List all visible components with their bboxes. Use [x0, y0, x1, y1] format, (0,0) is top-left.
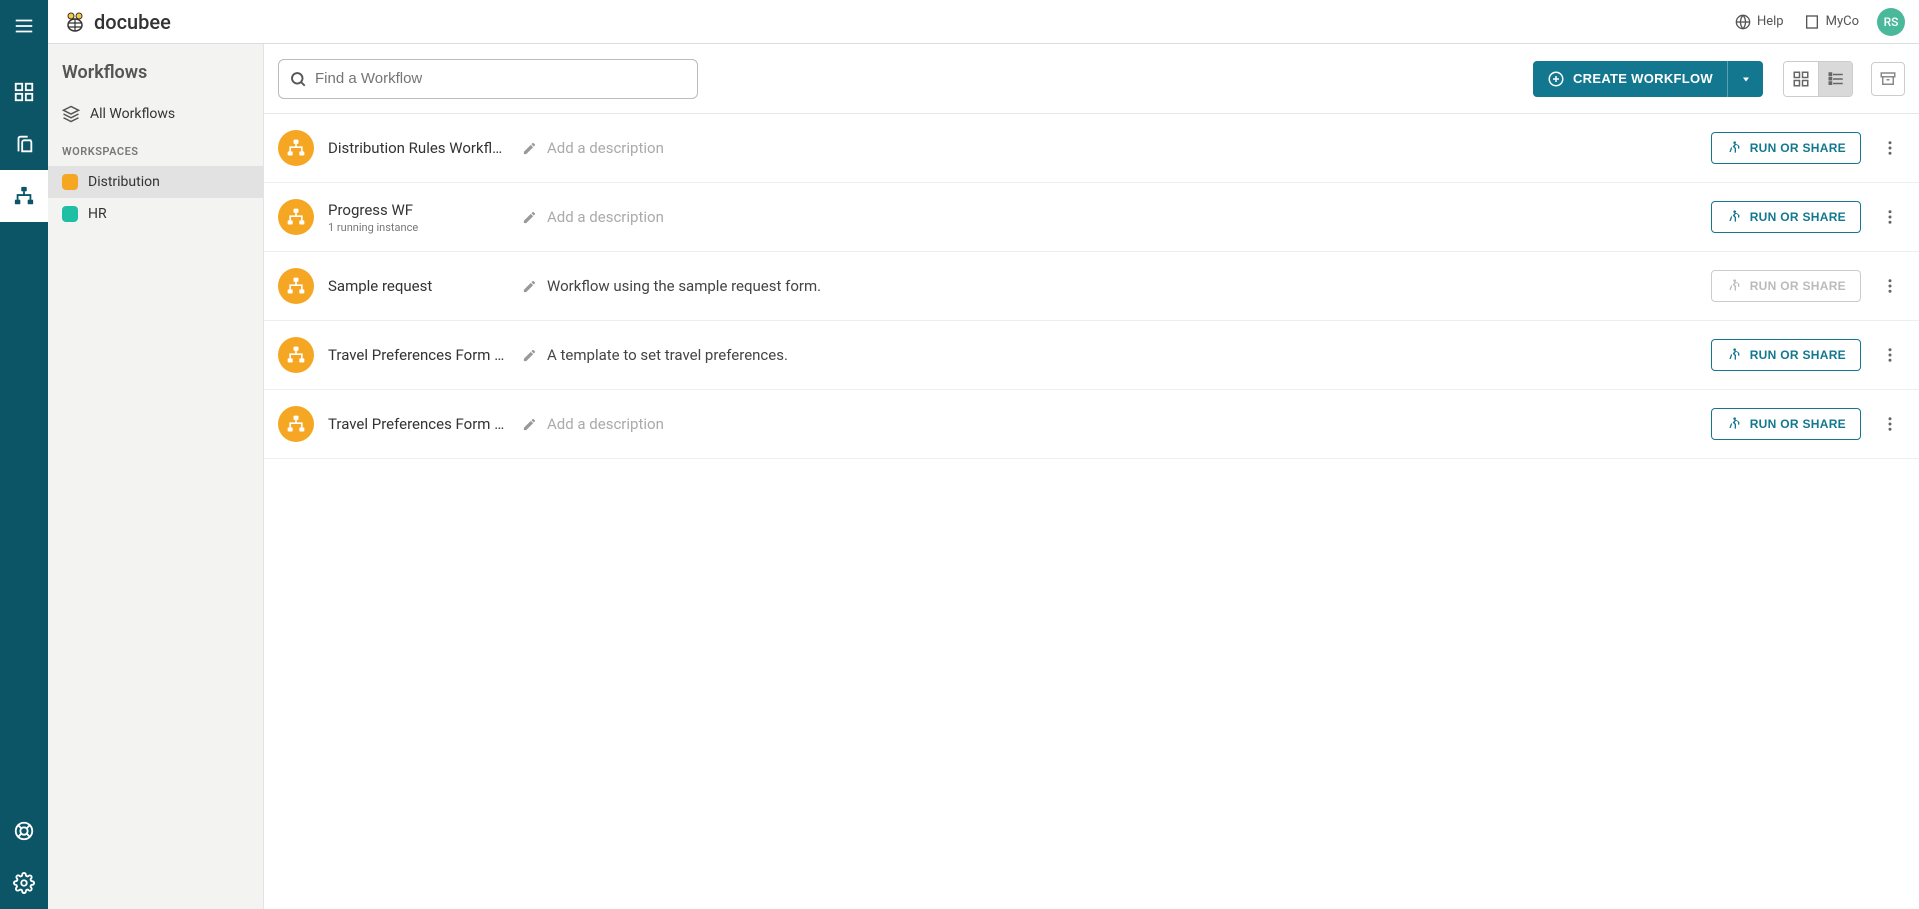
sidebar: Workflows All Workflows WORKSPACES Distr… — [48, 44, 264, 909]
nav-rail — [0, 0, 48, 909]
workflow-description: Workflow using the sample request form. — [547, 277, 821, 295]
workflow-type-icon — [278, 268, 314, 304]
view-toggle — [1783, 61, 1853, 97]
workflow-row[interactable]: Travel Preferences Form v... A template … — [264, 321, 1919, 390]
workflow-description: Add a description — [547, 208, 664, 226]
documents-icon — [13, 133, 35, 155]
nav-support[interactable] — [0, 805, 48, 857]
workflow-row[interactable]: Sample request Workflow using the sample… — [264, 252, 1919, 321]
run-label: RUN OR SHARE — [1750, 417, 1846, 431]
workspace-item[interactable]: Distribution — [48, 166, 263, 198]
row-menu-button[interactable] — [1875, 409, 1905, 439]
dashboard-icon — [13, 81, 35, 103]
workflow-description: Add a description — [547, 415, 664, 433]
layers-icon — [62, 105, 80, 123]
workflow-type-icon — [278, 337, 314, 373]
list-icon — [1827, 70, 1845, 88]
workflow-row[interactable]: Distribution Rules Workflow Add a descri… — [264, 114, 1919, 183]
org-label: MyCo — [1826, 14, 1859, 29]
workspace-item[interactable]: HR — [48, 198, 263, 230]
help-label: Help — [1757, 14, 1784, 29]
avatar-initials: RS — [1884, 15, 1899, 29]
create-label: CREATE WORKFLOW — [1573, 71, 1713, 86]
workflow-name: Progress WF — [328, 201, 508, 219]
workspaces-heading: WORKSPACES — [48, 131, 263, 166]
search-input[interactable] — [315, 70, 687, 87]
view-grid-button[interactable] — [1784, 62, 1818, 96]
workflow-description: A template to set travel preferences. — [547, 346, 788, 364]
workflow-name: Sample request — [328, 277, 508, 295]
edit-description-icon[interactable] — [522, 417, 537, 432]
nav-documents[interactable] — [0, 118, 48, 170]
workflow-row[interactable]: Travel Preferences Form v... Add a descr… — [264, 390, 1919, 459]
topbar: docubee Help MyCo RS — [48, 0, 1919, 44]
sidebar-title: Workflows — [48, 62, 263, 97]
menu-toggle[interactable] — [0, 0, 48, 52]
run-icon — [1726, 140, 1742, 156]
workflow-type-icon — [278, 406, 314, 442]
sidebar-all-workflows[interactable]: All Workflows — [48, 97, 263, 131]
workflow-name: Distribution Rules Workflow — [328, 139, 508, 157]
gear-icon — [13, 872, 35, 894]
lifebuoy-icon — [13, 820, 35, 842]
edit-description-icon[interactable] — [522, 141, 537, 156]
plus-circle-icon — [1547, 70, 1565, 88]
run-label: RUN OR SHARE — [1750, 210, 1846, 224]
org-button[interactable]: MyCo — [1794, 8, 1869, 36]
grid-icon — [1792, 70, 1810, 88]
edit-description-icon[interactable] — [522, 210, 537, 225]
run-or-share-button[interactable]: RUN OR SHARE — [1711, 339, 1861, 371]
run-icon — [1726, 416, 1742, 432]
hamburger-icon — [13, 15, 35, 37]
building-icon — [1804, 14, 1820, 30]
workflow-description: Add a description — [547, 139, 664, 157]
run-icon — [1726, 209, 1742, 225]
archive-button[interactable] — [1871, 62, 1905, 96]
run-or-share-button[interactable]: RUN OR SHARE — [1711, 201, 1861, 233]
workspace-label: HR — [88, 206, 107, 222]
row-menu-button[interactable] — [1875, 202, 1905, 232]
workspace-color-chip — [62, 206, 78, 222]
run-icon — [1726, 347, 1742, 363]
bee-icon — [62, 9, 88, 35]
globe-icon — [1735, 14, 1751, 30]
workspace-color-chip — [62, 174, 78, 190]
run-or-share-button: RUN OR SHARE — [1711, 270, 1861, 302]
run-or-share-button[interactable]: RUN OR SHARE — [1711, 408, 1861, 440]
workflow-type-icon — [278, 130, 314, 166]
edit-description-icon[interactable] — [522, 279, 537, 294]
run-icon — [1726, 278, 1742, 294]
brand-text: docubee — [94, 10, 171, 34]
row-menu-button[interactable] — [1875, 133, 1905, 163]
view-list-button[interactable] — [1818, 62, 1852, 96]
nav-settings[interactable] — [0, 857, 48, 909]
workflow-type-icon — [278, 199, 314, 235]
edit-description-icon[interactable] — [522, 348, 537, 363]
all-workflows-label: All Workflows — [90, 106, 175, 122]
workflow-name: Travel Preferences Form v... — [328, 346, 508, 364]
user-avatar[interactable]: RS — [1877, 8, 1905, 36]
workflow-subtext: 1 running instance — [328, 221, 508, 234]
search-box[interactable] — [278, 59, 698, 99]
run-label: RUN OR SHARE — [1750, 348, 1846, 362]
workflow-icon — [13, 185, 35, 207]
workflow-name: Travel Preferences Form v... — [328, 415, 508, 433]
caret-down-icon — [1740, 73, 1752, 85]
list-toolbar: CREATE WORKFLOW — [264, 44, 1919, 114]
nav-dashboard[interactable] — [0, 66, 48, 118]
create-workflow-dropdown[interactable] — [1727, 61, 1763, 97]
help-button[interactable]: Help — [1725, 8, 1794, 36]
workflow-row[interactable]: Progress WF 1 running instance Add a des… — [264, 183, 1919, 252]
search-icon — [289, 70, 307, 88]
row-menu-button[interactable] — [1875, 340, 1905, 370]
nav-workflows[interactable] — [0, 170, 48, 222]
run-label: RUN OR SHARE — [1750, 141, 1846, 155]
archive-icon — [1879, 70, 1897, 88]
run-label: RUN OR SHARE — [1750, 279, 1846, 293]
create-workflow-button[interactable]: CREATE WORKFLOW — [1533, 61, 1727, 97]
run-or-share-button[interactable]: RUN OR SHARE — [1711, 132, 1861, 164]
workspace-label: Distribution — [88, 174, 160, 190]
brand-logo[interactable]: docubee — [62, 9, 171, 35]
row-menu-button[interactable] — [1875, 271, 1905, 301]
